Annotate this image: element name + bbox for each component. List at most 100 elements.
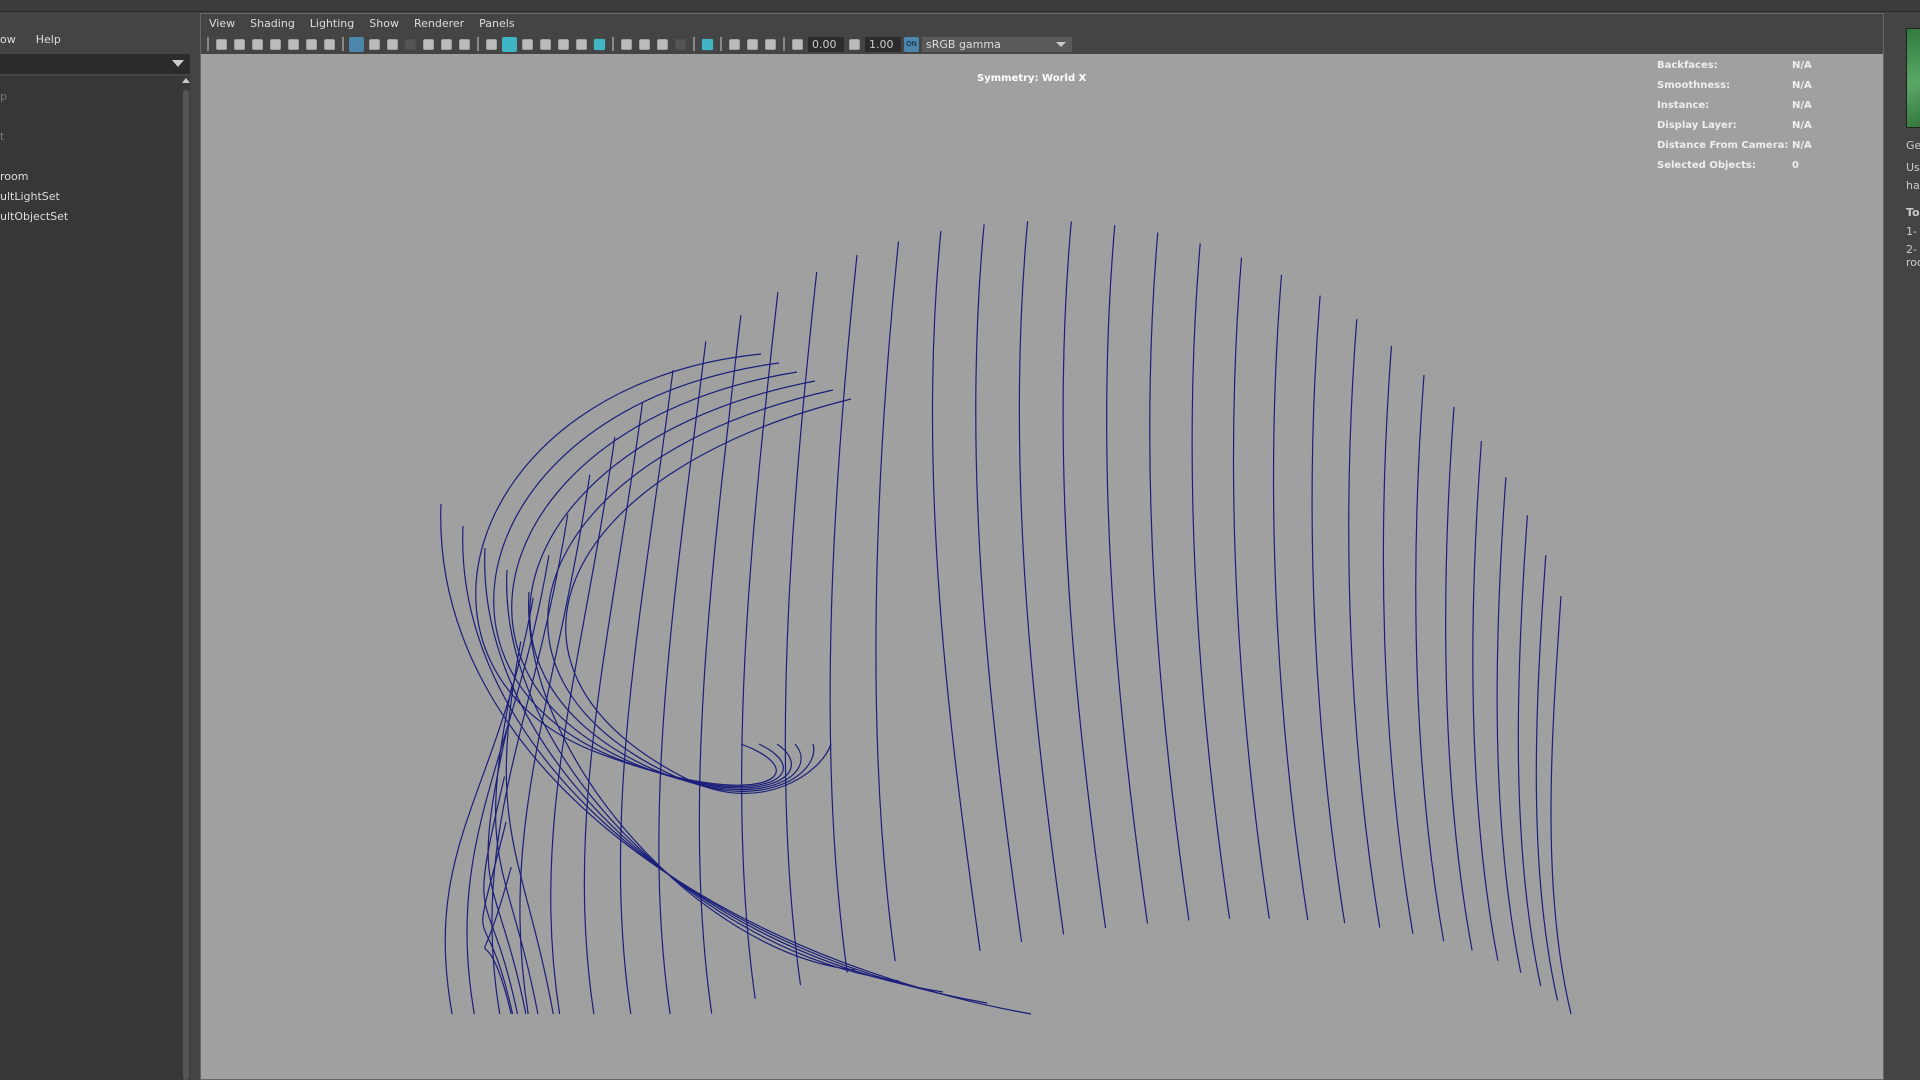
viewport-menu-bar: View Shading Lighting Show Renderer Pane… [209, 17, 530, 30]
wireframe-icon[interactable] [486, 38, 497, 50]
hair-strand [975, 224, 1023, 942]
outliner-item[interactable]: room [0, 170, 28, 183]
toolbar-divider [720, 37, 722, 51]
toolbar-divider [783, 37, 785, 51]
scrollbar-thumb[interactable] [183, 90, 189, 1080]
heads-up-display: Backfaces: N/A Smoothness: N/A Instance: N/… [1657, 55, 1812, 175]
hair-strand [475, 353, 777, 786]
exposure-field[interactable]: 0.00 [808, 36, 844, 52]
outliner-item[interactable]: p [0, 90, 7, 103]
menu-help[interactable]: Help [36, 33, 61, 46]
gamma-field[interactable]: 1.00 [865, 36, 901, 52]
toolbar-divider [612, 37, 614, 51]
camera-icon[interactable] [216, 38, 227, 50]
help-text: roo [1906, 256, 1920, 269]
help-text: Ge [1906, 139, 1920, 152]
hair-strand [444, 597, 534, 1015]
hair-strand [583, 401, 644, 1015]
lights-icon[interactable] [576, 38, 587, 50]
hud-value: N/A [1792, 139, 1812, 151]
motion-blur-icon[interactable] [639, 38, 650, 50]
smooth-shade-icon[interactable] [502, 36, 517, 52]
camera-attributes-icon[interactable] [252, 38, 263, 50]
hud-label: Instance: [1657, 99, 1710, 111]
xray-joints-icon[interactable] [729, 38, 740, 50]
hud-label: Backfaces: [1657, 59, 1718, 71]
hud-row: Display Layer: N/A [1657, 115, 1812, 135]
viewport-panel: View Shading Lighting Show Renderer Pane… [200, 13, 1884, 1080]
image-plane-icon[interactable] [288, 38, 299, 50]
outliner-filter-dropdown[interactable] [0, 54, 190, 74]
preview-image [1906, 28, 1920, 128]
lock-camera-icon[interactable] [234, 38, 245, 50]
hair-strand [1496, 477, 1522, 973]
hud-label: Smoothness: [1657, 79, 1731, 91]
hair-strand [1517, 515, 1542, 987]
shadows-icon[interactable] [593, 38, 606, 50]
toolbar-divider [342, 37, 344, 51]
hair-strand [829, 254, 858, 973]
help-text: hai [1906, 179, 1920, 192]
hud-value: N/A [1792, 59, 1812, 71]
menu-renderer[interactable]: Renderer [414, 17, 464, 30]
gate-mask-icon[interactable] [405, 38, 416, 50]
scroll-up-icon[interactable] [182, 78, 190, 83]
wireframe-on-shaded-icon[interactable] [540, 38, 551, 50]
hair-strand [1191, 243, 1231, 919]
resolution-gate-icon[interactable] [387, 38, 398, 50]
view-transform-dropdown[interactable]: sRGB gamma [922, 36, 1072, 52]
menu-shading[interactable]: Shading [250, 17, 295, 30]
menu-window[interactable]: ow [0, 33, 16, 46]
hud-row: Selected Objects: 0 [1657, 155, 1812, 175]
color-management-toggle[interactable]: ON [904, 36, 919, 52]
hair-strand [1550, 596, 1572, 1015]
safe-action-icon[interactable] [441, 38, 452, 50]
field-chart-icon[interactable] [423, 38, 434, 50]
xray-icon[interactable] [558, 38, 569, 50]
outliner-item[interactable]: ultLightSet [0, 190, 60, 203]
hair-strand [1311, 295, 1346, 924]
help-panel: Ge Us hai To 1- S 2- c roo [1888, 13, 1920, 1080]
xray-active-icon[interactable] [747, 38, 758, 50]
help-text: 1- S [1906, 225, 1920, 238]
outliner-panel: ow Help p t room ultLightSet ultObjectSe… [0, 28, 196, 1080]
outliner-item[interactable]: t [0, 130, 4, 143]
exposure-icon[interactable] [792, 38, 803, 50]
grid-icon[interactable] [349, 36, 364, 52]
bookmark-icon[interactable] [270, 38, 281, 50]
hud-value: N/A [1792, 119, 1812, 131]
hair-curves [440, 221, 1572, 1015]
hair-strand [1272, 274, 1309, 921]
3d-viewport-canvas[interactable]: Symmetry: World X Backfaces: N/A Smoothne… [201, 54, 1883, 1079]
gamma-icon[interactable] [849, 38, 860, 50]
title-bar [0, 0, 1920, 12]
backface-culling-icon[interactable] [765, 38, 776, 50]
hair-strand [1348, 319, 1381, 928]
hair-strand [1445, 406, 1473, 951]
menu-panels[interactable]: Panels [479, 17, 514, 30]
antialiasing-icon[interactable] [657, 38, 668, 50]
grease-pencil-icon[interactable] [324, 38, 335, 50]
hair-strand [931, 231, 981, 951]
viewport-toolbar: 0.00 1.00 ON sRGB gamma [205, 34, 1072, 54]
hair-strand [493, 362, 784, 787]
chevron-down-icon [172, 60, 184, 67]
hud-row: Smoothness: N/A [1657, 75, 1812, 95]
default-material-icon[interactable] [522, 38, 533, 50]
menu-view[interactable]: View [209, 17, 235, 30]
outliner-item[interactable]: ultObjectSet [0, 210, 68, 223]
2d-pan-zoom-icon[interactable] [306, 38, 317, 50]
isolate-select-icon[interactable] [701, 38, 714, 50]
hair-strand [1062, 221, 1107, 929]
menu-show[interactable]: Show [369, 17, 399, 30]
ambient-occlusion-icon[interactable] [621, 38, 632, 50]
symmetry-label: Symmetry: World X [977, 73, 1087, 84]
menu-lighting[interactable]: Lighting [310, 17, 354, 30]
depth-of-field-icon[interactable] [675, 38, 686, 50]
hud-label: Selected Objects: [1657, 159, 1756, 171]
outliner-scrollbar[interactable] [182, 76, 190, 1080]
safe-title-icon[interactable] [459, 38, 470, 50]
hair-strand [1415, 374, 1445, 942]
hair-strand [875, 241, 900, 962]
film-gate-icon[interactable] [369, 38, 380, 50]
